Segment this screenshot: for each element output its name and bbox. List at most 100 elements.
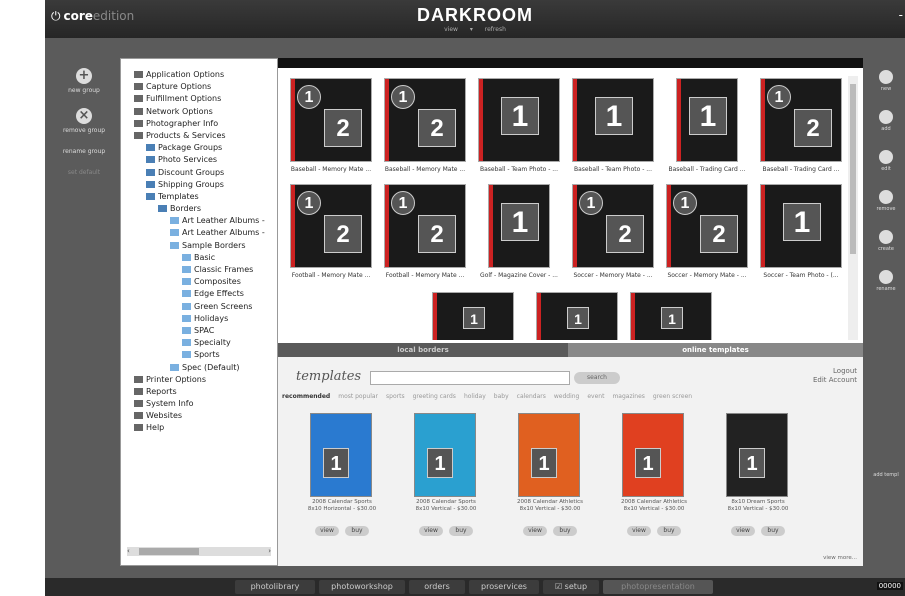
tree-item[interactable]: Sports [134,349,265,361]
template-tile[interactable]: 1 2 Soccer - Memory Mate - ... [660,178,754,284]
tree-item[interactable]: Composites [134,276,265,288]
tree-item[interactable]: Sample Borders [134,240,265,252]
template-tile[interactable]: 1 Baseball - Team Photo - ... [566,72,660,178]
scroll-thumb[interactable] [139,548,199,555]
product-image[interactable]: 1 [414,413,476,497]
scroll-thumb[interactable] [850,84,856,254]
template-tile[interactable]: 1 2 Football - Memory Mate ... [284,178,378,284]
view-dropdown[interactable]: view ▾ [444,26,473,33]
template-tile[interactable]: 1 Baseball - Team Photo - ... [472,72,566,178]
template-tile[interactable]: 1 Baseball - Trading Card ... [660,72,754,178]
right-action-4[interactable]: create [867,230,905,252]
category-tab[interactable]: greeting cards [413,393,456,400]
category-tab[interactable]: magazines [612,393,644,400]
tree-item[interactable]: Products & Services [134,130,265,142]
logout-link[interactable]: Logout [813,367,857,376]
template-tile[interactable]: 1 [530,286,624,340]
tree-item[interactable]: Fulfillment Options [134,93,265,105]
right-action-1[interactable]: add [867,110,905,132]
tree-item[interactable]: Borders [134,203,265,215]
nav-orders[interactable]: orders [409,580,465,594]
remove-group-button[interactable]: × remove group [53,108,115,134]
buy-button[interactable]: buy [657,526,681,536]
tree-item[interactable]: Art Leather Albums - [134,215,265,227]
add-template-button[interactable]: add templ [867,472,905,478]
category-tab[interactable]: event [587,393,604,400]
buy-button[interactable]: buy [345,526,369,536]
edit-account-link[interactable]: Edit Account [813,376,857,385]
tree-item[interactable]: Classic Frames [134,264,265,276]
product-image[interactable]: 1 [622,413,684,497]
tree-item[interactable]: Templates [134,191,265,203]
buy-button[interactable]: buy [449,526,473,536]
tree-item[interactable]: Discount Groups [134,167,265,179]
scroll-left-icon[interactable]: ‹ [127,547,130,555]
tree-item[interactable]: Application Options [134,69,265,81]
view-button[interactable]: view [315,526,339,536]
nav-proservices[interactable]: proservices [469,580,539,594]
template-tile[interactable]: 1 Golf - Magazine Cover - ... [472,178,566,284]
minimize-button[interactable]: - [899,8,903,22]
category-tab[interactable]: recommended [282,393,330,400]
tab-online-templates[interactable]: online templates [568,343,863,357]
tree-item[interactable]: Capture Options [134,81,265,93]
view-more-link[interactable]: view more... [823,555,857,561]
tree-item[interactable]: Websites [134,410,265,422]
tree-item[interactable]: SPAC [134,325,265,337]
right-action-0[interactable]: new [867,70,905,92]
template-tile[interactable]: 1 2 Baseball - Memory Mate ... [378,72,472,178]
template-tile[interactable]: 1 2 Soccer - Memory Mate - ... [566,178,660,284]
buy-button[interactable]: buy [553,526,577,536]
view-button[interactable]: view [419,526,443,536]
tree-item[interactable]: Green Screens [134,301,265,313]
right-action-5[interactable]: rename [867,270,905,292]
category-tab[interactable]: green screen [653,393,692,400]
new-group-button[interactable]: + new group [53,68,115,94]
view-button[interactable]: view [731,526,755,536]
template-tile[interactable]: 1 2 Baseball - Memory Mate ... [284,72,378,178]
template-tile[interactable]: 1 2 Baseball - Trading Card ... [754,72,846,178]
tree-item[interactable]: Shipping Groups [134,179,265,191]
tree-item[interactable]: Art Leather Albums - [134,227,265,239]
category-tab[interactable]: calendars [517,393,546,400]
search-button[interactable]: search [574,372,620,384]
grid-vertical-scrollbar[interactable] [848,76,858,340]
category-tab[interactable]: sports [386,393,405,400]
category-tab[interactable]: baby [494,393,509,400]
tree-item[interactable]: Printer Options [134,374,265,386]
tree-item[interactable]: System Info [134,398,265,410]
template-tile[interactable]: 1 [624,286,718,340]
set-default-button[interactable]: set default [53,169,115,176]
tree-item[interactable]: Photographer Info [134,118,265,130]
product-image[interactable]: 1 [726,413,788,497]
right-action-2[interactable]: edit [867,150,905,172]
tab-local-borders[interactable]: local borders [278,343,568,357]
tree-item[interactable]: Package Groups [134,142,265,154]
product-image[interactable]: 1 [310,413,372,497]
scroll-right-icon[interactable]: › [268,547,271,555]
nav-photoworkshop[interactable]: photoworkshop [319,580,405,594]
tree-item[interactable]: Help [134,422,265,434]
template-tile[interactable]: 1 [426,286,520,340]
template-tile[interactable]: 1 Soccer - Team Photo - (... [754,178,846,284]
tree-item[interactable]: Reports [134,386,265,398]
tree-item[interactable]: Network Options [134,106,265,118]
nav-setup[interactable]: ☑ setup [543,580,599,594]
rename-group-button[interactable]: rename group [53,148,115,155]
tree-item[interactable]: Specialty [134,337,265,349]
right-action-3[interactable]: remove [867,190,905,212]
category-tab[interactable]: wedding [554,393,580,400]
buy-button[interactable]: buy [761,526,785,536]
nav-photolibrary[interactable]: photolibrary [235,580,315,594]
template-tile[interactable]: 1 2 Football - Memory Mate ... [378,178,472,284]
category-tab[interactable]: most popular [338,393,378,400]
product-image[interactable]: 1 [518,413,580,497]
nav-photopresentation[interactable]: photopresentation [603,580,713,594]
tree-item[interactable]: Edge Effects [134,288,265,300]
tree-item[interactable]: Photo Services [134,154,265,166]
refresh-button[interactable]: refresh [485,26,506,33]
tree-horizontal-scrollbar[interactable]: ‹ › [127,547,271,556]
view-button[interactable]: view [627,526,651,536]
category-tab[interactable]: holiday [464,393,486,400]
tree-item[interactable]: Basic [134,252,265,264]
